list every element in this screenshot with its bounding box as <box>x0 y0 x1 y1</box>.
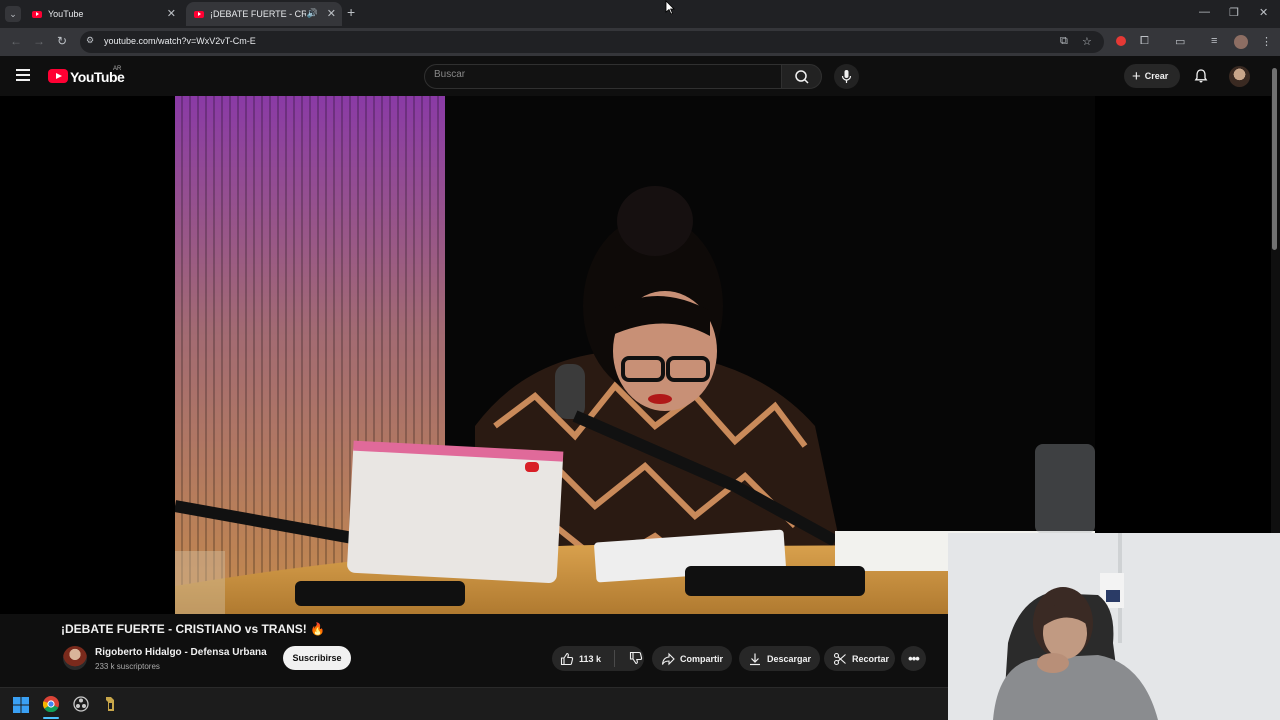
dislike-icon <box>629 651 643 665</box>
subscriber-count: 233 k suscriptores <box>95 662 160 671</box>
back-icon[interactable]: ← <box>10 34 22 48</box>
account-avatar[interactable] <box>1229 66 1250 87</box>
reload-icon[interactable]: ↻ <box>57 34 67 48</box>
bell-icon[interactable] <box>1193 68 1209 84</box>
clip-button[interactable]: Recortar <box>824 646 895 671</box>
search-icon <box>795 70 809 84</box>
windows-taskbar <box>0 687 948 720</box>
mouse-cursor-icon <box>665 0 675 15</box>
like-divider <box>614 650 615 667</box>
youtube-favicon-icon <box>194 10 204 18</box>
share-button[interactable]: Compartir <box>652 646 732 671</box>
browser-tab-youtube[interactable]: YouTube ✕ <box>24 2 182 26</box>
page-scrollbar-thumb[interactable] <box>1272 68 1277 250</box>
mic-icon <box>841 70 852 83</box>
new-tab-button[interactable]: + <box>347 4 355 20</box>
speaker-icon[interactable]: 🔊 <box>307 8 318 19</box>
download-icon <box>750 653 760 665</box>
tab-title: ¡DEBATE FUERTE - CRISTIAN <box>210 9 306 19</box>
dislike-button[interactable] <box>620 651 648 667</box>
close-tab-icon[interactable]: ✕ <box>327 7 336 20</box>
search-button[interactable] <box>781 64 822 89</box>
bookmark-star-icon[interactable]: ☆ <box>1082 35 1092 48</box>
create-label: Crear <box>1144 71 1169 81</box>
clip-label: Recortar <box>852 653 890 664</box>
like-dislike-group: 113 k <box>552 646 644 671</box>
site-info-icon[interactable]: ⚙ <box>86 35 98 47</box>
share-icon <box>661 652 675 665</box>
like-count: 113 k <box>579 653 602 664</box>
game-launcher-icon[interactable] <box>102 696 118 712</box>
forward-icon[interactable]: → <box>33 34 45 48</box>
more-actions-button[interactable]: ••• <box>901 646 926 671</box>
search-input[interactable] <box>434 69 764 80</box>
webcam-image <box>948 533 1280 720</box>
minimize-icon[interactable]: — <box>1199 6 1210 18</box>
voice-search-button[interactable] <box>834 64 859 89</box>
active-app-indicator <box>43 717 59 719</box>
media-controls-icon[interactable]: ≡ <box>1211 35 1217 47</box>
url-text[interactable]: youtube.com/watch?v=WxV2vT-Cm-E <box>104 36 256 46</box>
browser-menu-icon[interactable]: ⋮ <box>1261 35 1272 48</box>
country-code: AR <box>113 66 122 72</box>
menu-icon[interactable] <box>16 69 30 81</box>
like-button[interactable]: 113 k <box>552 652 601 666</box>
video-title: ¡DEBATE FUERTE - CRISTIANO vs TRANS! 🔥 <box>61 622 326 636</box>
close-tab-icon[interactable]: ✕ <box>167 7 176 20</box>
webcam-overlay <box>948 533 1280 720</box>
channel-name[interactable]: Rigoberto Hidalgo - Defensa Urbana <box>95 647 267 658</box>
tab-title: YouTube <box>48 9 84 19</box>
like-icon <box>560 652 574 665</box>
plus-icon: + <box>1132 67 1141 85</box>
scissors-icon <box>833 652 846 665</box>
share-label: Compartir <box>680 653 724 664</box>
download-button[interactable]: Descargar <box>739 646 820 671</box>
close-window-icon[interactable]: ✕ <box>1259 6 1268 19</box>
youtube-favicon-icon <box>32 10 42 18</box>
more-icon: ••• <box>908 651 920 666</box>
chrome-icon[interactable] <box>43 696 59 712</box>
obs-icon[interactable] <box>73 696 89 712</box>
subscribe-button[interactable]: Suscribirse <box>283 646 351 670</box>
browser-tab-video[interactable]: ¡DEBATE FUERTE - CRISTIAN 🔊 ✕ <box>186 2 342 26</box>
restore-icon[interactable]: ❐ <box>1229 6 1239 19</box>
download-label: Descargar <box>767 653 812 664</box>
profile-avatar-icon[interactable] <box>1234 35 1248 49</box>
cast-icon[interactable]: ▭ <box>1175 35 1185 48</box>
windows-start-icon[interactable] <box>13 697 29 713</box>
channel-avatar[interactable] <box>63 646 87 670</box>
youtube-logo-icon[interactable] <box>48 69 68 83</box>
extension-record-icon[interactable] <box>1116 36 1126 46</box>
extensions-puzzle-icon[interactable]: ⧠ <box>1140 35 1149 48</box>
tab-search-button[interactable]: ⌄ <box>5 6 21 22</box>
create-button[interactable]: + Crear <box>1124 64 1180 88</box>
install-app-icon[interactable]: ⧉ <box>1060 35 1068 48</box>
